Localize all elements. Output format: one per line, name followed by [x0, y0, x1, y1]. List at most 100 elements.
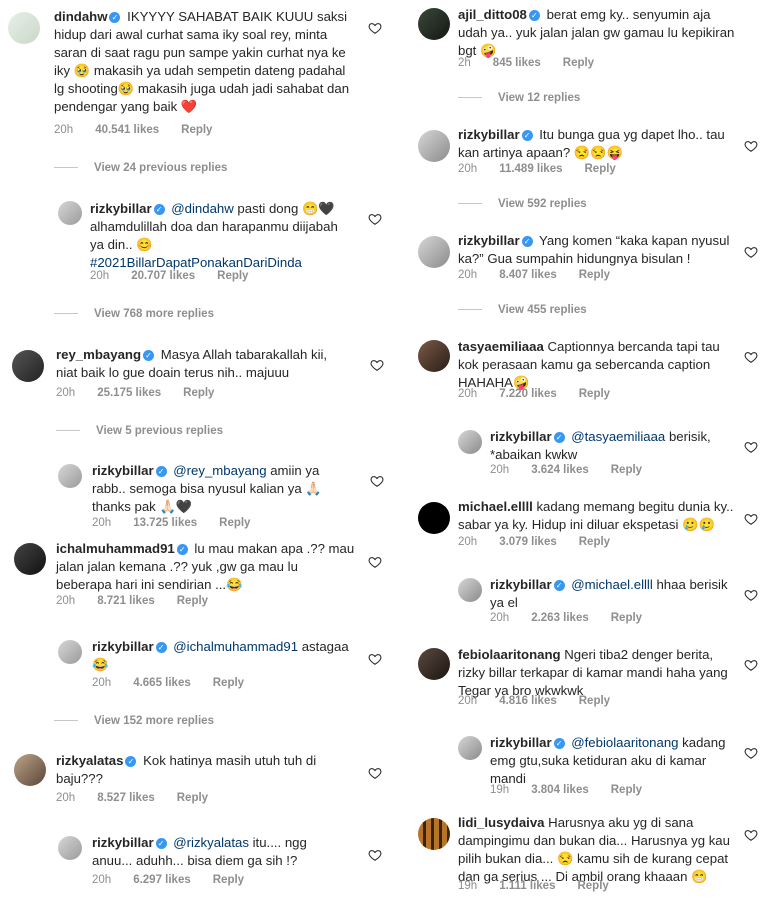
username[interactable]: rizkybillar — [458, 127, 520, 142]
reply-button[interactable]: Reply — [177, 792, 208, 804]
username[interactable]: rizkybillar — [92, 463, 154, 478]
likes-count[interactable]: 7.220 likes — [499, 388, 557, 400]
username[interactable]: febiolaaritonang — [458, 647, 561, 662]
username[interactable]: rizkybillar — [490, 577, 552, 592]
reply-button[interactable]: Reply — [585, 163, 616, 175]
reply-button[interactable]: Reply — [579, 695, 610, 707]
avatar[interactable] — [58, 201, 82, 225]
likes-count[interactable]: 8.721 likes — [97, 595, 155, 607]
view-replies-button[interactable]: View 5 previous replies — [56, 425, 223, 437]
reply-button[interactable]: Reply — [611, 464, 642, 476]
heart-outline-icon[interactable] — [744, 440, 758, 454]
view-replies-button[interactable]: View 592 replies — [458, 198, 587, 210]
hashtag-link[interactable]: #2021BillarDapatPonakanDariDinda — [90, 255, 302, 270]
likes-count[interactable]: 4.665 likes — [133, 677, 191, 689]
username[interactable]: michael.ellll — [458, 499, 533, 514]
username[interactable]: lidi_lusydaiva — [458, 815, 545, 830]
heart-outline-icon[interactable] — [368, 848, 382, 862]
username[interactable]: rizkybillar — [90, 201, 152, 216]
avatar[interactable] — [418, 818, 450, 850]
avatar[interactable] — [418, 502, 450, 534]
heart-outline-icon[interactable] — [744, 828, 758, 842]
likes-count[interactable]: 8.527 likes — [97, 792, 155, 804]
mention-link[interactable]: @febiolaaritonang — [571, 735, 678, 750]
mention-link[interactable]: @dindahw — [171, 201, 234, 216]
likes-count[interactable]: 11.489 likes — [499, 163, 562, 175]
reply-button[interactable]: Reply — [217, 270, 248, 282]
avatar[interactable] — [458, 430, 482, 454]
reply-button[interactable]: Reply — [213, 677, 244, 689]
avatar[interactable] — [418, 340, 450, 372]
username[interactable]: tasyaemiliaaa — [458, 339, 544, 354]
username[interactable]: rizkybillar — [490, 429, 552, 444]
heart-outline-icon[interactable] — [370, 358, 384, 372]
likes-count[interactable]: 13.725 likes — [133, 517, 197, 529]
avatar[interactable] — [458, 578, 482, 602]
avatar[interactable] — [458, 736, 482, 760]
avatar[interactable] — [418, 236, 450, 268]
avatar[interactable] — [8, 12, 40, 44]
heart-outline-icon[interactable] — [744, 658, 758, 672]
reply-button[interactable]: Reply — [611, 612, 642, 624]
username[interactable]: rizkybillar — [490, 735, 552, 750]
view-replies-button[interactable]: View 24 previous replies — [54, 162, 227, 174]
likes-count[interactable]: 8.407 likes — [499, 269, 557, 281]
likes-count[interactable]: 25.175 likes — [97, 387, 161, 399]
username[interactable]: rizkybillar — [92, 835, 154, 850]
avatar[interactable] — [58, 464, 82, 488]
heart-outline-icon[interactable] — [744, 139, 758, 153]
view-replies-button[interactable]: View 768 more replies — [54, 308, 214, 320]
heart-outline-icon[interactable] — [744, 746, 758, 760]
username[interactable]: ajil_ditto08 — [458, 7, 527, 22]
heart-outline-icon[interactable] — [368, 21, 382, 35]
heart-outline-icon[interactable] — [368, 555, 382, 569]
heart-outline-icon[interactable] — [368, 212, 382, 226]
avatar[interactable] — [14, 543, 46, 575]
reply-button[interactable]: Reply — [579, 388, 610, 400]
view-replies-button[interactable]: View 12 replies — [458, 92, 580, 104]
avatar[interactable] — [12, 350, 44, 382]
username[interactable]: dindahw — [54, 9, 107, 24]
mention-link[interactable]: @rizkyalatas — [173, 835, 249, 850]
likes-count[interactable]: 3.804 likes — [531, 784, 589, 796]
heart-outline-icon[interactable] — [744, 588, 758, 602]
mention-link[interactable]: @tasyaemiliaaa — [571, 429, 665, 444]
likes-count[interactable]: 3.624 likes — [531, 464, 589, 476]
username[interactable]: ichalmuhammad91 — [56, 541, 175, 556]
heart-outline-icon[interactable] — [744, 350, 758, 364]
heart-outline-icon[interactable] — [744, 245, 758, 259]
mention-link[interactable]: @rey_mbayang — [173, 463, 266, 478]
reply-button[interactable]: Reply — [177, 595, 208, 607]
likes-count[interactable]: 4.816 likes — [499, 695, 557, 707]
likes-count[interactable]: 845 likes — [493, 57, 541, 69]
likes-count[interactable]: 20.707 likes — [131, 270, 195, 282]
likes-count[interactable]: 6.297 likes — [133, 874, 191, 886]
likes-count[interactable]: 1.111 likes — [499, 880, 555, 892]
username[interactable]: rey_mbayang — [56, 347, 141, 362]
reply-button[interactable]: Reply — [181, 124, 212, 136]
mention-link[interactable]: @michael.ellll — [571, 577, 653, 592]
heart-outline-icon[interactable] — [368, 652, 382, 666]
view-replies-button[interactable]: View 152 more replies — [54, 715, 214, 727]
reply-button[interactable]: Reply — [183, 387, 214, 399]
avatar[interactable] — [58, 836, 82, 860]
view-replies-button[interactable]: View 455 replies — [458, 304, 587, 316]
username[interactable]: rizkybillar — [92, 639, 154, 654]
avatar[interactable] — [58, 640, 82, 664]
likes-count[interactable]: 3.079 likes — [499, 536, 557, 548]
avatar[interactable] — [418, 8, 450, 40]
reply-button[interactable]: Reply — [579, 269, 610, 281]
heart-outline-icon[interactable] — [370, 474, 384, 488]
heart-outline-icon[interactable] — [368, 766, 382, 780]
likes-count[interactable]: 40.541 likes — [95, 124, 159, 136]
username[interactable]: rizkybillar — [458, 233, 520, 248]
likes-count[interactable]: 2.263 likes — [531, 612, 589, 624]
heart-outline-icon[interactable] — [744, 512, 758, 526]
reply-button[interactable]: Reply — [219, 517, 250, 529]
reply-button[interactable]: Reply — [611, 784, 642, 796]
reply-button[interactable]: Reply — [577, 880, 608, 892]
reply-button[interactable]: Reply — [213, 874, 244, 886]
mention-link[interactable]: @ichalmuhammad91 — [173, 639, 298, 654]
reply-button[interactable]: Reply — [563, 57, 594, 69]
avatar[interactable] — [418, 648, 450, 680]
